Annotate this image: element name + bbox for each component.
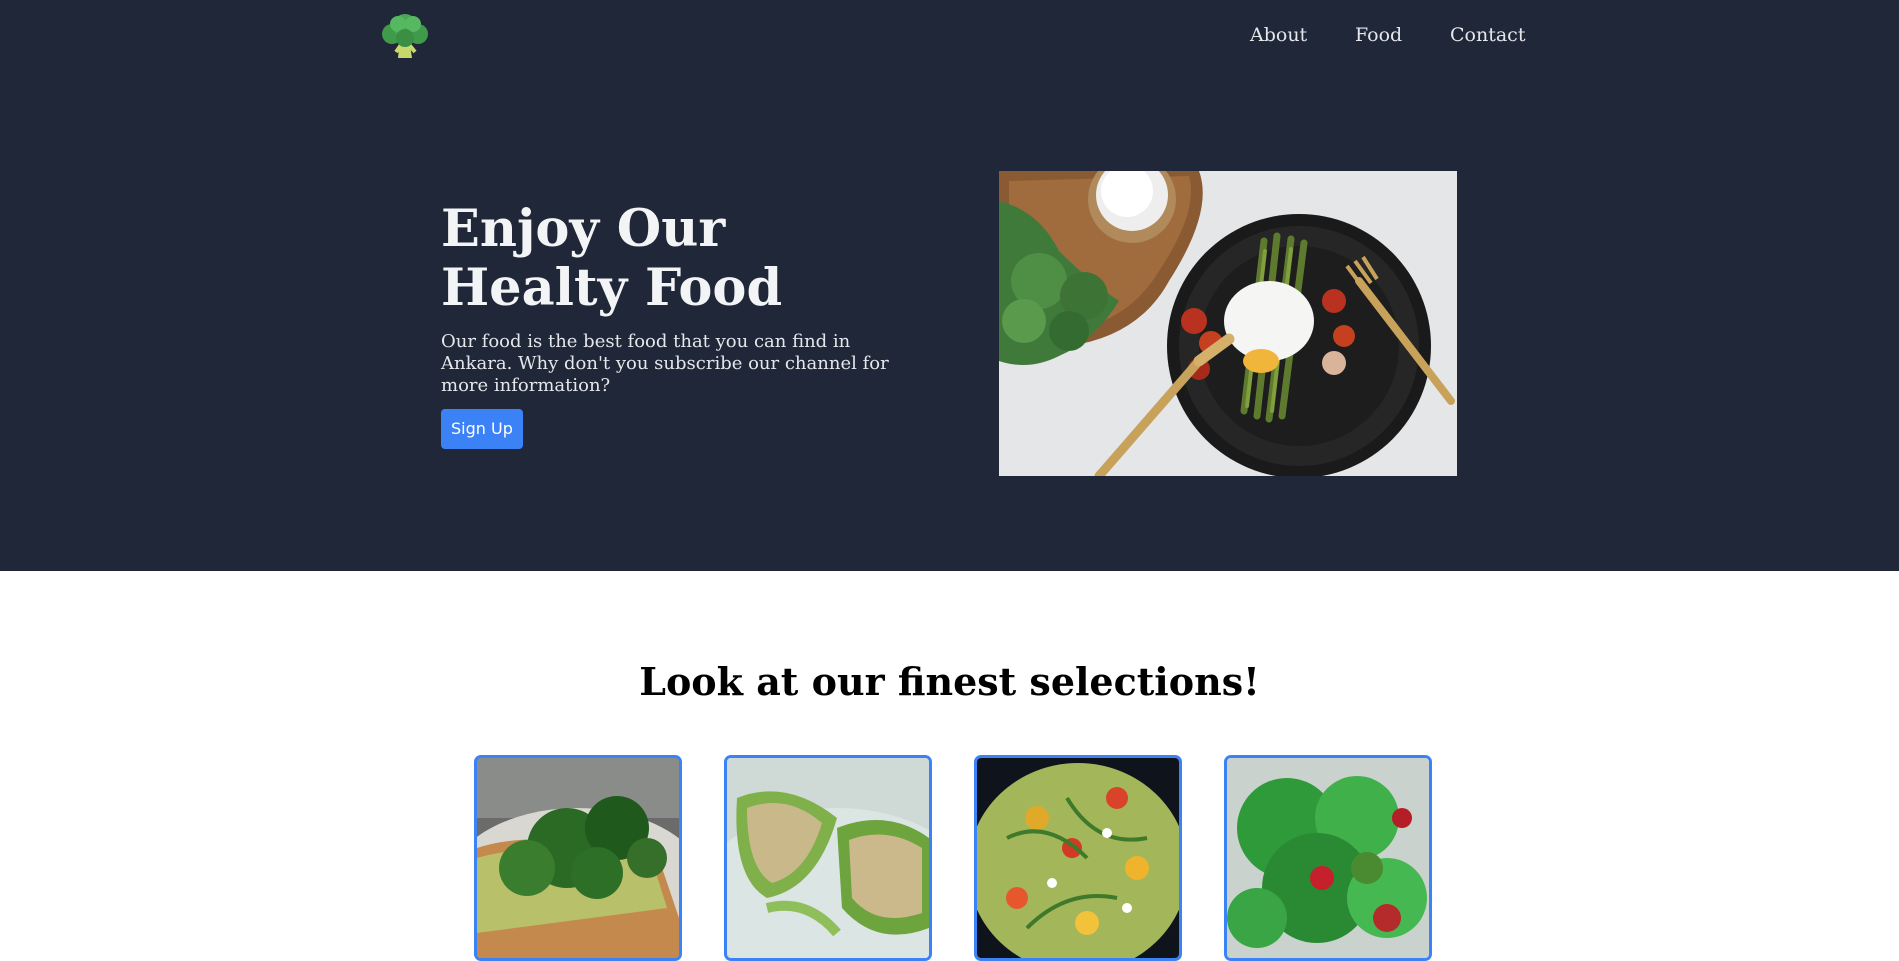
avocado-spinach-toast-image[interactable] bbox=[474, 755, 682, 961]
hero-title: Enjoy Our Healty Food bbox=[441, 200, 911, 318]
hero-title-line1: Enjoy Our bbox=[441, 199, 726, 259]
hero-section: About Food Contact Enjoy Our Healty Food… bbox=[0, 0, 1899, 571]
broccoli-icon[interactable] bbox=[378, 12, 432, 60]
nav-contact-link[interactable]: Contact bbox=[1450, 24, 1525, 46]
green-salad-image[interactable] bbox=[1224, 755, 1432, 961]
selections-title: Look at our finest selections! bbox=[639, 659, 1260, 704]
plate-asparagus-poached-egg-image bbox=[999, 171, 1457, 476]
hero-description: Our food is the best food that you can f… bbox=[441, 331, 889, 396]
hero-text: Enjoy Our Healty Food Our food is the be… bbox=[441, 200, 911, 449]
stuffed-green-pepper-image[interactable] bbox=[724, 755, 932, 961]
hero-title-line2: Healty Food bbox=[441, 258, 783, 318]
sign-up-button[interactable]: Sign Up bbox=[441, 409, 523, 449]
arugula-tomato-avocado-image[interactable] bbox=[974, 755, 1182, 961]
nav-food-link[interactable]: Food bbox=[1355, 24, 1402, 46]
nav-about-link[interactable]: About bbox=[1250, 24, 1307, 46]
